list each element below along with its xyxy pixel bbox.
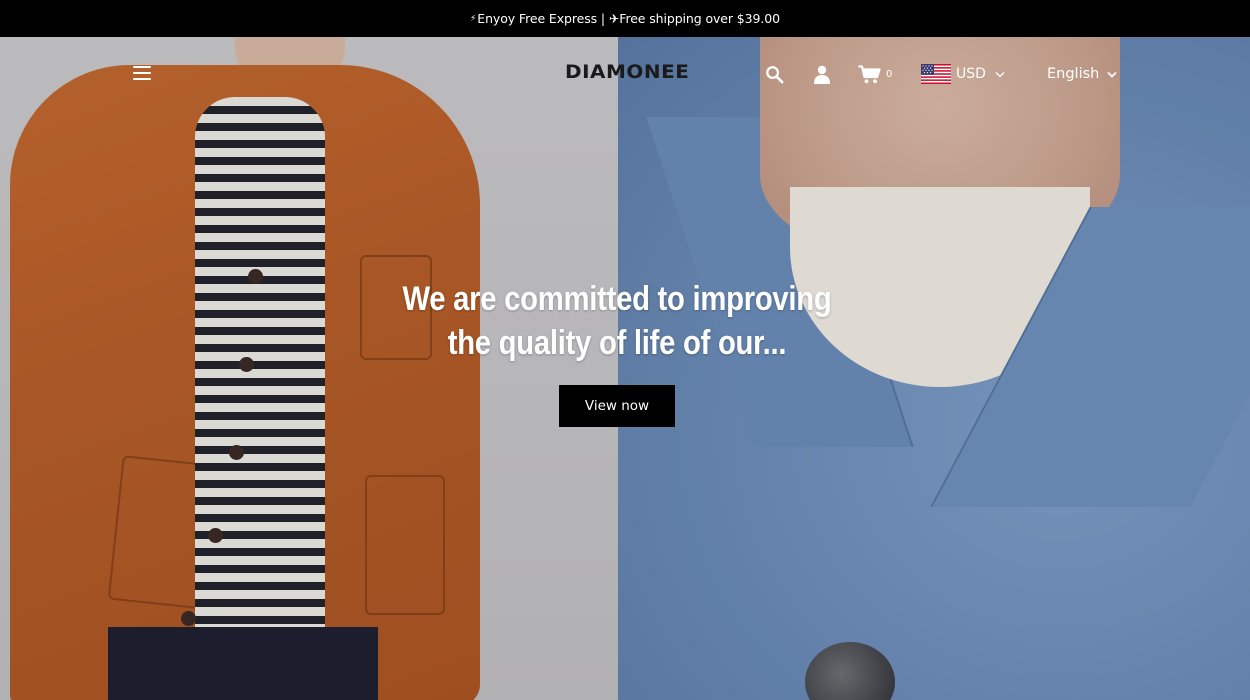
chevron-down-icon xyxy=(1107,71,1117,78)
user-icon[interactable] xyxy=(813,65,831,84)
cart-count: 0 xyxy=(886,69,893,80)
site-logo[interactable]: DIAMONEE xyxy=(565,61,693,87)
language-selector[interactable]: English xyxy=(1047,63,1117,85)
language-label: English xyxy=(1047,66,1100,82)
hero-title: We are committed to improving the qualit… xyxy=(393,277,840,365)
cart-icon[interactable] xyxy=(858,65,881,84)
site-header: DIAMONEE 0 USD English xyxy=(0,37,1250,111)
hero-title-line: We are committed to improving xyxy=(402,280,832,318)
chevron-down-icon xyxy=(995,71,1005,77)
view-now-button[interactable]: View now xyxy=(559,385,675,427)
us-flag-icon xyxy=(921,64,951,84)
announcement-text: Enyoy Free Express | ✈Free shipping over… xyxy=(477,11,780,26)
announcement-bar: ⚡ Enyoy Free Express | ✈Free shipping ov… xyxy=(0,0,1250,37)
search-icon[interactable] xyxy=(765,65,784,84)
lightning-icon: ⚡ xyxy=(470,13,477,24)
hero-overlay xyxy=(0,37,1250,700)
hamburger-menu-icon[interactable] xyxy=(133,66,151,80)
currency-selector[interactable]: USD xyxy=(921,63,1005,85)
currency-label: USD xyxy=(956,66,986,82)
hero-banner xyxy=(0,37,1250,700)
hero-title-line: the quality of life of our... xyxy=(447,324,787,362)
